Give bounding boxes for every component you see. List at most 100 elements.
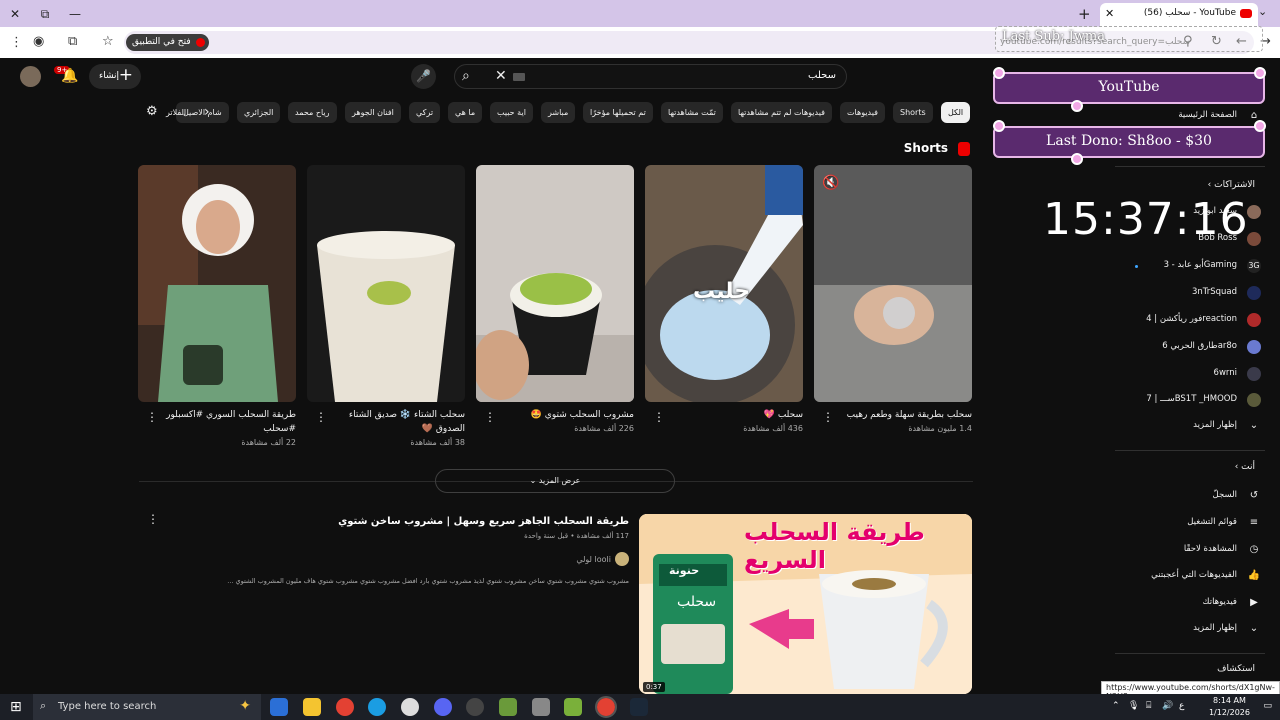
microphone-tray-icon[interactable]: 🎙 <box>1128 701 1139 711</box>
chip-6[interactable]: مباشر <box>541 102 576 123</box>
taskbar-time: 8:14 AM <box>1213 696 1246 705</box>
language-indicator[interactable]: ع <box>1179 701 1184 711</box>
sidebar-item-subscription[interactable]: طارق الحربي 6ar8o <box>1115 337 1265 359</box>
sidebar-item-subscription[interactable]: 3nTrSquad <box>1115 283 1265 305</box>
more-options-icon[interactable]: ⋮ <box>315 410 327 424</box>
show-more-label: عرض المزيد <box>538 476 581 485</box>
app-icon[interactable] <box>466 698 484 716</box>
discord-icon[interactable] <box>434 698 452 716</box>
chip-7[interactable]: اية حبيب <box>490 102 533 123</box>
video-result[interactable]: طريقة السحلب السريع حنونة سحلب 0:37 طريق… <box>139 512 973 694</box>
open-in-app-button[interactable]: فتح في التطبيق <box>126 34 209 51</box>
sidebar-item-watch-later[interactable]: المشاهدة لاحقًا ◷ <box>1115 540 1265 562</box>
chip-9[interactable]: تركي <box>409 102 441 123</box>
volume-icon[interactable]: 🔊 <box>1162 701 1173 711</box>
taskbar-search[interactable]: ⌕ Type here to search ✦ <box>33 694 261 720</box>
more-options-icon[interactable]: ⋮ <box>822 410 834 424</box>
search-input[interactable]: ⌕ ✕ سحلب <box>454 64 847 89</box>
sidebar-show-more[interactable]: إظهار المزيد ⌄ <box>1115 416 1265 438</box>
short-thumbnail[interactable] <box>476 165 634 402</box>
clear-search-icon[interactable]: ✕ <box>495 68 507 84</box>
task-view-icon[interactable] <box>270 698 288 716</box>
more-options-icon[interactable]: ⋮ <box>147 512 159 526</box>
sidebar-item-your-videos[interactable]: فيديوهاتك ▶ <box>1115 593 1265 615</box>
chip-8[interactable]: ما هي <box>448 102 483 123</box>
sidebar-item-subscription[interactable]: أبو عابد - 3Gaming 3G <box>1115 256 1265 278</box>
chip-0[interactable]: الكل <box>941 102 971 123</box>
sidebar-item-subscription[interactable]: ســـ | 7BS1T _HMOOD <box>1115 390 1265 412</box>
microphone-icon[interactable]: 🎤 <box>411 64 436 89</box>
sidebar-item-playlists[interactable]: قوائم التشغيل ≡ <box>1115 513 1265 535</box>
short-card[interactable]: سحلب الشتاء ❄️ صديق الشتاء الصدوق 🤎 38 أ… <box>307 165 465 455</box>
keyboard-icon[interactable] <box>513 73 525 81</box>
sidebar-item-subscription[interactable]: فور ريأكشن | 4reaction <box>1115 310 1265 332</box>
mute-icon[interactable]: 🔇 <box>822 175 839 191</box>
window-close-icon[interactable]: ✕ <box>6 5 24 23</box>
minecraft-icon[interactable] <box>499 698 517 716</box>
avatar[interactable] <box>20 66 41 87</box>
chrome-icon[interactable] <box>336 698 354 716</box>
chevron-next-icon[interactable]: › <box>204 104 210 120</box>
edge-icon[interactable] <box>368 698 386 716</box>
short-thumbnail[interactable] <box>138 165 296 402</box>
subscriptions-heading[interactable]: ‹ الاشتراكات <box>1208 180 1255 190</box>
app-icon[interactable] <box>564 698 582 716</box>
chip-3[interactable]: فيديوهات لم تتم مشاهدتها <box>731 102 832 123</box>
more-options-icon[interactable]: ⋮ <box>653 410 665 424</box>
short-card[interactable]: مشروب السحلب شتوي 🤩 226 ألف مشاهدة ⋮ <box>476 165 634 455</box>
short-thumbnail[interactable]: 🔇 <box>814 165 972 402</box>
menu-dots-icon[interactable]: ⋮ <box>10 35 23 50</box>
video-thumbnail[interactable]: طريقة السحلب السريع حنونة سحلب <box>639 514 972 694</box>
file-explorer-icon[interactable] <box>303 698 321 716</box>
tray-chevron-icon[interactable]: ⌃ <box>1112 701 1120 711</box>
chip-12[interactable]: الجزائري <box>237 102 281 123</box>
window-restore-icon[interactable]: ⧉ <box>36 5 54 23</box>
short-thumbnail[interactable]: حليب <box>645 165 803 402</box>
filters-button[interactable]: ⚙ الفلاتر <box>146 104 186 119</box>
sidebar-item-subscription[interactable]: 6wrni <box>1115 364 1265 386</box>
obs-icon[interactable] <box>401 698 419 716</box>
chip-4[interactable]: تمّت مشاهدتها <box>661 102 723 123</box>
short-thumbnail[interactable] <box>307 165 465 402</box>
sidebar-show-more[interactable]: إظهار المزيد ⌄ <box>1115 619 1265 641</box>
channel-name[interactable]: لولي looli <box>576 555 611 564</box>
windows-start-icon[interactable]: ⊞ <box>10 699 22 715</box>
short-card[interactable]: حليب سحلب 💖 436 ألف مشاهدة ⋮ <box>645 165 803 455</box>
taskbar-clock[interactable]: 8:14 AM 1/12/2026 <box>1209 695 1250 719</box>
sidebar-item-liked-videos[interactable]: الفيديوهات التي أعجبتني 👍 <box>1115 566 1265 588</box>
profile-icon[interactable]: ◉ <box>33 34 44 49</box>
chrome-active-icon[interactable] <box>595 696 617 718</box>
chip-11[interactable]: رياح محمد <box>288 102 337 123</box>
sidebar-item-home[interactable]: الصفحة الرئيسية ⌂ <box>1115 106 1265 128</box>
sidebar-item-history[interactable]: السجلّ ↺ <box>1115 486 1265 508</box>
short-card[interactable]: طريقة السحلب السوري #اكسبلور #سحلب 22 أل… <box>138 165 296 455</box>
show-more-button[interactable]: ⌄ عرض المزيد <box>435 469 675 493</box>
tab-search-icon[interactable]: ⌄ <box>1258 5 1267 18</box>
chip-1[interactable]: Shorts <box>893 102 933 123</box>
more-options-icon[interactable]: ⋮ <box>484 410 496 424</box>
browser-tab[interactable]: ✕ (56) سحلب - YouTube <box>1100 3 1258 27</box>
window-minimize-icon[interactable]: — <box>66 5 84 23</box>
steam-icon[interactable] <box>630 698 648 716</box>
new-tab-button[interactable]: + <box>1078 5 1091 23</box>
short-title: سحلب بطريقة سهلة وطعم رهيب <box>846 410 972 420</box>
channel-avatar[interactable] <box>615 552 629 566</box>
network-icon[interactable]: ⌸ <box>1146 701 1151 711</box>
create-button[interactable]: إنشاء + <box>89 64 141 89</box>
search-icon[interactable]: ⌕ <box>462 68 470 84</box>
app-icon[interactable] <box>532 698 550 716</box>
chip-5[interactable]: تم تحميلها مؤخرًا <box>583 102 653 123</box>
you-heading[interactable]: ‹ أنت <box>1235 462 1255 472</box>
chip-10[interactable]: افنان الجوهر <box>345 102 401 123</box>
short-card[interactable]: 🔇 سحلب بطريقة سهلة وطعم رهيب 1.4 مليون م… <box>814 165 972 455</box>
filters-label: الفلاتر <box>166 108 187 117</box>
more-options-icon[interactable]: ⋮ <box>146 410 158 424</box>
bookmark-star-icon[interactable]: ☆ <box>102 34 114 49</box>
chip-2[interactable]: فيديوهات <box>840 102 885 123</box>
notifications-icon[interactable]: ▭ <box>1263 701 1272 711</box>
tab-close-icon[interactable]: ✕ <box>1105 7 1114 20</box>
bell-icon[interactable]: 🔔 <box>61 68 78 84</box>
explore-heading: استكشاف <box>1217 664 1255 674</box>
video-title[interactable]: طريقة السحلب الجاهز سريع وسهل | مشروب سا… <box>338 516 629 527</box>
extensions-icon[interactable]: ⧉ <box>68 34 77 49</box>
